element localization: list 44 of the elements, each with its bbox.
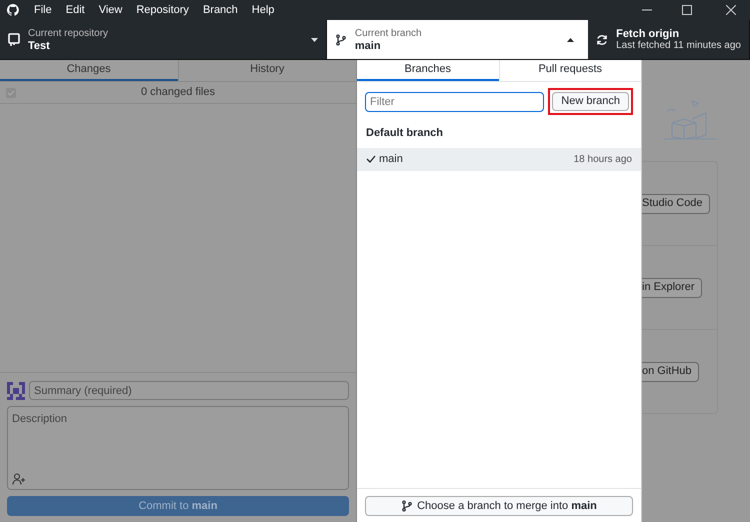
octocat-logo-icon	[7, 4, 19, 16]
branch-selector[interactable]: Current branch main	[326, 20, 588, 59]
branch-label: Current branch	[354, 28, 422, 40]
illustration-drawing	[662, 97, 718, 141]
menu-item[interactable]: Repository	[129, 2, 196, 18]
menu-item[interactable]: Edit	[58, 2, 92, 18]
filter-field[interactable]: Filter	[365, 92, 544, 112]
section-heading: Default branch	[365, 126, 444, 141]
action-button[interactable]: on GitHub	[642, 362, 699, 382]
branch-time: 18 hours ago	[574, 152, 632, 166]
menu-item[interactable]: Help	[244, 2, 282, 18]
menu-item[interactable]: View	[92, 2, 130, 18]
new-branch-button[interactable]: New branch	[552, 92, 629, 111]
check-icon	[7, 88, 15, 96]
add-coauthor-icon[interactable]	[12, 473, 26, 485]
branch-name: main	[354, 40, 382, 52]
merge-branch-button[interactable]: Choose a branch to merge into main	[365, 496, 633, 516]
menu-item[interactable]: Branch	[196, 2, 245, 18]
action-button[interactable]: Studio Code	[642, 194, 710, 214]
branch-list-row[interactable]: main 18 hours ago	[357, 148, 641, 170]
sync-icon	[596, 34, 608, 46]
fetch-subtitle: Last fetched 11 minutes ago	[616, 40, 741, 52]
fetch-origin-button[interactable]: Fetch origin Last fetched 11 minutes ago	[588, 20, 750, 59]
close-icon[interactable]	[726, 5, 736, 15]
branch-name: main	[379, 152, 404, 167]
merge-icon	[401, 500, 414, 512]
avatar-icon	[7, 382, 25, 400]
repository-label: Current repository	[28, 28, 108, 40]
description-placeholder: Description	[12, 412, 68, 427]
action-button[interactable]: in Explorer	[642, 278, 702, 298]
menu-item[interactable]: File	[27, 2, 59, 18]
tab[interactable]: Pull requests	[498, 60, 641, 81]
repository-icon	[8, 32, 20, 46]
check-icon	[366, 155, 376, 163]
fetch-title: Fetch origin	[616, 28, 680, 40]
changed-files-count: 0 changed files	[140, 85, 216, 100]
caret-icon	[567, 38, 574, 42]
caret-icon	[310, 38, 318, 42]
description-field[interactable]: Description	[7, 406, 349, 490]
summary-field[interactable]: Summary (required)	[29, 381, 349, 400]
maximize-icon[interactable]	[682, 5, 692, 15]
branch-icon	[334, 34, 347, 46]
repository-name: Test	[28, 40, 51, 52]
tab[interactable]: Branches	[357, 60, 498, 81]
